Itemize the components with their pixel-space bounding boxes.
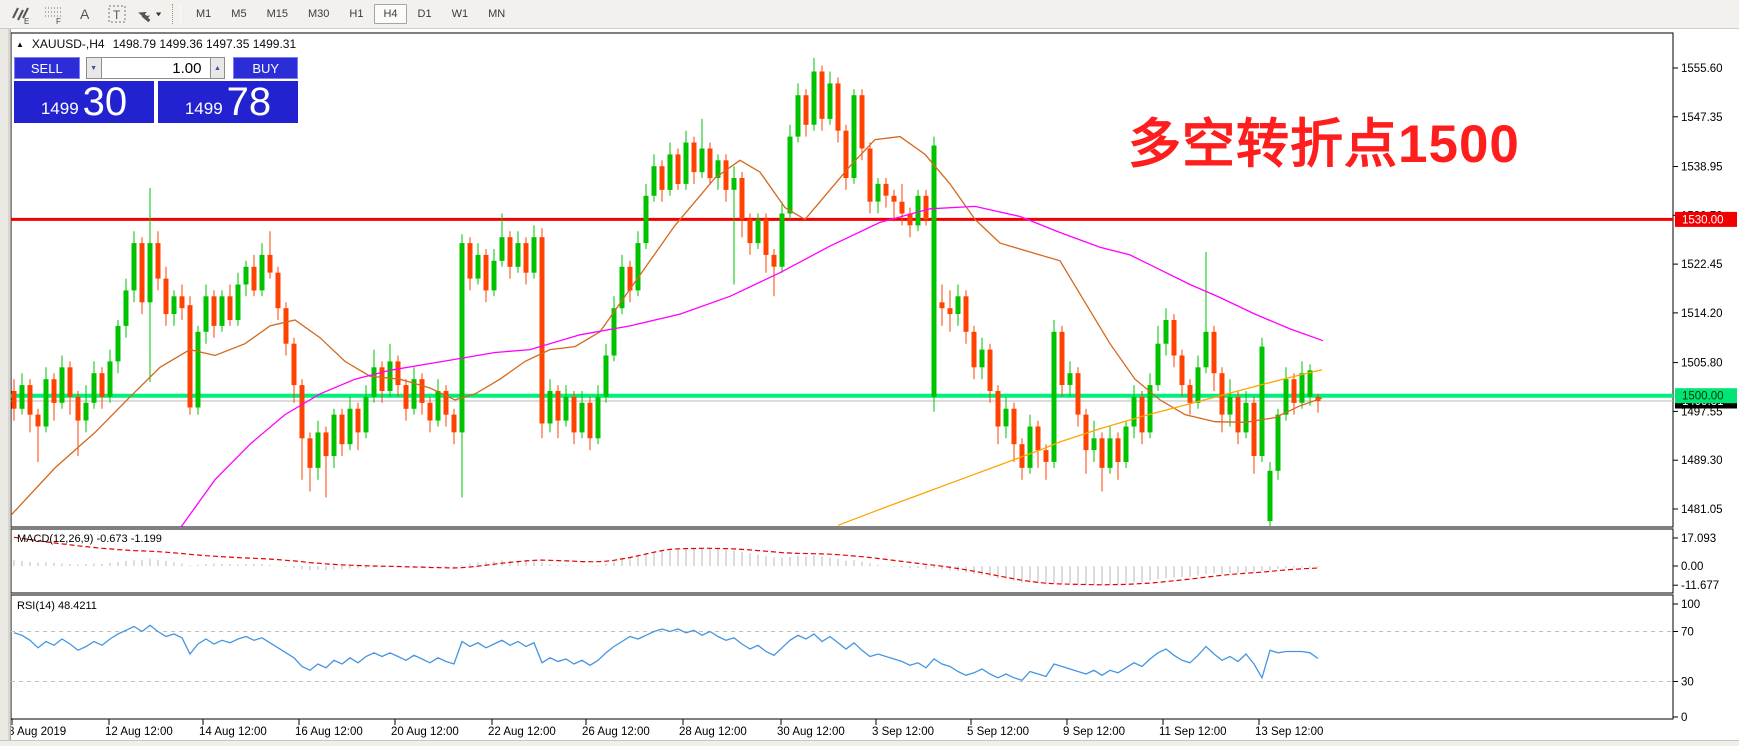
window-left-edge bbox=[0, 29, 11, 740]
date-tick: 5 Sep 12:00 bbox=[967, 726, 1029, 738]
price-tick: 1522.45 bbox=[1681, 259, 1723, 271]
timeframe-button-m1[interactable]: M1 bbox=[187, 4, 220, 24]
price-tick: 1481.05 bbox=[1681, 504, 1723, 516]
date-tick: 13 Sep 12:00 bbox=[1255, 726, 1323, 738]
date-tick: 3 Sep 12:00 bbox=[872, 726, 934, 738]
timeframe-button-d1[interactable]: D1 bbox=[409, 4, 441, 24]
cycle-arrows-icon[interactable] bbox=[136, 3, 162, 25]
macd-tick: 0.00 bbox=[1681, 561, 1703, 573]
date-tick: 22 Aug 12:00 bbox=[488, 726, 556, 738]
timeframe-button-h1[interactable]: H1 bbox=[340, 4, 372, 24]
rsi-tick: 100 bbox=[1681, 599, 1700, 611]
chart-header: ▲ XAUUSD-,H4 1498.79 1499.36 1497.35 149… bbox=[16, 37, 296, 51]
ohlc-values: 1498.79 1499.36 1497.35 1499.31 bbox=[113, 37, 297, 51]
text-select-icon[interactable]: T bbox=[104, 3, 130, 25]
buy-price-pips: 78 bbox=[227, 80, 272, 125]
price-tick: 1555.60 bbox=[1681, 63, 1723, 75]
one-click-trade-panel: SELL ▼ ▲ BUY 1499 30 1499 78 bbox=[14, 57, 298, 123]
sell-price-pips: 30 bbox=[83, 80, 128, 125]
chart-pattern-e-icon[interactable]: E bbox=[8, 3, 34, 25]
timeframe-button-h4[interactable]: H4 bbox=[374, 4, 406, 24]
macd-tick: -11.677 bbox=[1681, 580, 1719, 592]
volume-increase-button[interactable]: ▲ bbox=[210, 57, 226, 79]
sell-button[interactable]: SELL bbox=[14, 57, 80, 79]
date-tick: 12 Aug 12:00 bbox=[105, 726, 173, 738]
sell-price-display[interactable]: 1499 30 bbox=[14, 81, 154, 123]
rsi-tick: 70 bbox=[1681, 627, 1694, 639]
date-tick: 20 Aug 12:00 bbox=[391, 726, 459, 738]
buy-button[interactable]: BUY bbox=[233, 57, 298, 79]
svg-text:T: T bbox=[113, 8, 121, 22]
price-tick: 1489.30 bbox=[1681, 455, 1723, 467]
svg-text:1530.00: 1530.00 bbox=[1682, 214, 1724, 226]
date-tick: 9 Sep 12:00 bbox=[1063, 726, 1125, 738]
price-tick: 1547.35 bbox=[1681, 112, 1723, 124]
price-tick: 1505.80 bbox=[1681, 358, 1723, 370]
rsi-label: RSI(14) 48.4211 bbox=[17, 600, 97, 612]
timeframe-button-m5[interactable]: M5 bbox=[222, 4, 255, 24]
mt4-terminal: MACD(12,26,9) -0.673 -1.199 RSI(14) 48.42… bbox=[0, 0, 1739, 746]
svg-text:F: F bbox=[56, 17, 61, 25]
grid-properties-f-icon[interactable]: F bbox=[40, 3, 66, 25]
date-tick: 11 Sep 12:00 bbox=[1159, 726, 1227, 738]
timeframe-button-m15[interactable]: M15 bbox=[258, 4, 297, 24]
volume-input[interactable] bbox=[102, 57, 210, 79]
macd-tick: 17.093 bbox=[1681, 533, 1716, 545]
date-tick: 8 Aug 2019 bbox=[8, 726, 66, 738]
chart-annotation-text: 多空转折点1500 bbox=[1128, 118, 1520, 171]
date-tick: 26 Aug 12:00 bbox=[582, 726, 650, 738]
date-tick: 14 Aug 12:00 bbox=[199, 726, 267, 738]
svg-text:1500.00: 1500.00 bbox=[1682, 391, 1724, 403]
svg-text:E: E bbox=[24, 17, 29, 25]
timeframe-button-m30[interactable]: M30 bbox=[299, 4, 338, 24]
rsi-tick: 0 bbox=[1681, 712, 1687, 724]
timeframe-button-w1[interactable]: W1 bbox=[443, 4, 478, 24]
timeframe-button-mn[interactable]: MN bbox=[479, 4, 514, 24]
sell-price-major: 1499 bbox=[41, 99, 79, 119]
date-tick: 16 Aug 12:00 bbox=[295, 726, 363, 738]
collapse-arrow-icon[interactable]: ▲ bbox=[16, 40, 24, 49]
text-label-icon[interactable]: A bbox=[72, 3, 98, 25]
svg-text:A: A bbox=[80, 6, 90, 22]
axis-label-1530.00: 1530.00 bbox=[1675, 212, 1737, 227]
date-tick: 28 Aug 12:00 bbox=[679, 726, 747, 738]
date-tick: 30 Aug 12:00 bbox=[777, 726, 845, 738]
macd-label: MACD(12,26,9) -0.673 -1.199 bbox=[17, 533, 162, 545]
price-tick: 1514.20 bbox=[1681, 308, 1723, 320]
price-tick: 1538.95 bbox=[1681, 162, 1723, 174]
volume-decrease-button[interactable]: ▼ bbox=[86, 57, 102, 79]
toolbar-separator bbox=[172, 4, 181, 24]
rsi-tick: 30 bbox=[1681, 677, 1694, 689]
buy-price-display[interactable]: 1499 78 bbox=[158, 81, 298, 123]
toolbar: E F A T M1M5M15M30H1H4D1W1MN bbox=[0, 0, 1739, 29]
status-bar bbox=[0, 740, 1739, 746]
buy-price-major: 1499 bbox=[185, 99, 223, 119]
symbol-label: XAUUSD-,H4 bbox=[32, 37, 105, 51]
axis-label-1500.00: 1500.00 bbox=[1675, 388, 1737, 403]
